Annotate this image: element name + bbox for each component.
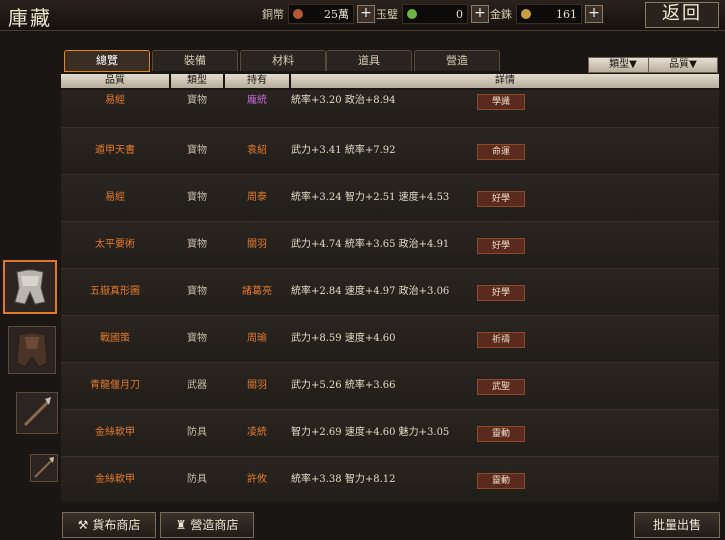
item-skill-badge: 命運 [477,144,525,160]
gold-coin-icon [521,9,531,19]
item-name: 五嶽真形圖 [90,286,140,297]
item-name: 戰國策 [100,333,130,344]
table-row[interactable]: 戰國策 寶物 周瑜 武力+8.59 速度+4.60 祈禱 [61,316,719,363]
currency-copper: 銅幣 25萬 + [262,4,375,24]
quality-filter-dropdown[interactable]: 品質▼ [648,57,718,73]
armor-icon [14,269,46,305]
item-owner: 龐統 [247,95,267,106]
table-row[interactable]: 易經 寶物 周泰 統率+3.24 智力+2.51 速度+4.53 好學 [61,175,719,222]
robe-icon [16,332,48,368]
item-name: 青龍偃月刀 [90,380,140,391]
item-type: 防具 [187,427,207,438]
item-type: 防具 [187,474,207,485]
tab-construction[interactable]: 營造 [414,50,500,71]
item-name: 太平要術 [95,239,135,250]
item-owner: 凌統 [247,427,267,438]
currency-gold: 金銖 161 + [490,4,603,24]
item-owner: 關羽 [247,380,267,391]
add-gold-button[interactable]: + [585,5,603,23]
item-type: 寶物 [187,286,207,297]
currency-jade: 玉璧 0 + [376,4,489,24]
jade-coin-icon [407,9,417,19]
back-button[interactable]: 返回 [645,2,719,28]
item-detail: 武力+3.41 統率+7.92 [291,145,396,156]
item-detail: 智力+2.69 速度+4.60 魅力+3.05 [291,427,450,438]
add-jade-button[interactable]: + [471,5,489,23]
tab-overview[interactable]: 總覽 [64,50,150,72]
construction-shop-button[interactable]: ♜ 營造商店 [160,512,254,538]
item-owner: 周泰 [247,192,267,203]
item-owner: 關羽 [247,239,267,250]
item-type: 寶物 [187,239,207,250]
column-header-owner[interactable]: 持有 [225,74,289,88]
item-owner: 周瑜 [247,333,267,344]
sidebar-robe-category[interactable] [8,326,56,374]
item-owner: 許攸 [247,474,267,485]
item-name: 易經 [105,95,125,106]
halberd-icon [34,457,54,478]
item-detail: 武力+4.74 統率+3.65 政治+4.91 [291,239,450,250]
currency-jade-value: 0 [456,7,463,21]
item-type: 寶物 [187,145,207,156]
column-header-type[interactable]: 類型 [171,74,223,88]
item-name: 金絲軟甲 [95,427,135,438]
item-type: 寶物 [187,333,207,344]
item-detail: 武力+5.26 統率+3.66 [291,380,396,391]
table-row[interactable]: 太平要術 寶物 關羽 武力+4.74 統率+3.65 政治+4.91 好學 [61,222,719,269]
sidebar-spear-category[interactable] [16,392,58,434]
hammer-icon: ⚒ [77,518,89,532]
tab-materials[interactable]: 材料 [240,50,326,71]
item-skill-badge: 學識 [477,94,525,110]
item-skill-badge: 靈動 [477,426,525,442]
item-skill-badge: 好學 [477,238,525,254]
currency-jade-label: 玉璧 [376,8,398,21]
sidebar-halberd-category[interactable] [30,454,58,482]
item-detail: 武力+8.59 速度+4.60 [291,333,396,344]
item-skill-badge: 武聖 [477,379,525,395]
tab-equipment[interactable]: 裝備 [152,50,238,71]
column-header-quality[interactable]: 品質 [61,74,169,88]
currency-gold-label: 金銖 [490,8,512,21]
currency-copper-label: 銅幣 [262,8,284,21]
currency-shop-button[interactable]: ⚒ 貨布商店 [62,512,156,538]
item-skill-badge: 好學 [477,191,525,207]
tab-items[interactable]: 道具 [326,50,412,71]
spear-icon [23,397,51,427]
table-row[interactable]: 金絲軟甲 防具 許攸 統率+3.38 智力+8.12 靈動 [61,457,719,502]
table-row[interactable]: 遁甲天書 寶物 袁紹 武力+3.41 統率+7.92 命運 [61,128,719,175]
item-detail: 統率+3.38 智力+8.12 [291,474,396,485]
table-row[interactable]: 金絲軟甲 防具 凌統 智力+2.69 速度+4.60 魅力+3.05 靈動 [61,410,719,457]
item-type: 武器 [187,380,207,391]
bulk-sell-button[interactable]: 批量出售 [634,512,720,538]
item-list[interactable]: 易經 寶物 龐統 統率+3.20 政治+8.94 學識 遁甲天書 寶物 袁紹 武… [61,90,719,502]
tower-icon: ♜ [175,518,187,532]
item-type: 寶物 [187,95,207,106]
item-skill-badge: 靈動 [477,473,525,489]
table-row[interactable]: 五嶽真形圖 寶物 諸葛亮 統率+2.84 速度+4.97 政治+3.06 好學 [61,269,719,316]
table-row[interactable]: 易經 寶物 龐統 統率+3.20 政治+8.94 學識 [61,90,719,128]
item-name: 金絲軟甲 [95,474,135,485]
item-detail: 統率+3.24 智力+2.51 速度+4.53 [291,192,450,203]
table-row[interactable]: 青龍偃月刀 武器 關羽 武力+5.26 統率+3.66 武聖 [61,363,719,410]
item-name: 遁甲天書 [95,145,135,156]
item-owner: 諸葛亮 [242,286,272,297]
item-detail: 統率+3.20 政治+8.94 [291,95,396,106]
column-header-details[interactable]: 詳情 [291,74,719,88]
item-detail: 統率+2.84 速度+4.97 政治+3.06 [291,286,450,297]
currency-copper-value: 25萬 [324,8,349,21]
item-skill-badge: 祈禱 [477,332,525,348]
copper-coin-icon [293,9,303,19]
currency-gold-value: 161 [556,7,577,21]
item-owner: 袁紹 [247,145,267,156]
item-name: 易經 [105,192,125,203]
item-skill-badge: 好學 [477,285,525,301]
sidebar-armor-category[interactable] [3,260,57,314]
top-bar: 庫藏 銅幣 25萬 + 玉璧 0 + 金銖 161 + 返回 [0,0,725,31]
item-type: 寶物 [187,192,207,203]
add-copper-button[interactable]: + [357,5,375,23]
page-title: 庫藏 [8,6,52,30]
